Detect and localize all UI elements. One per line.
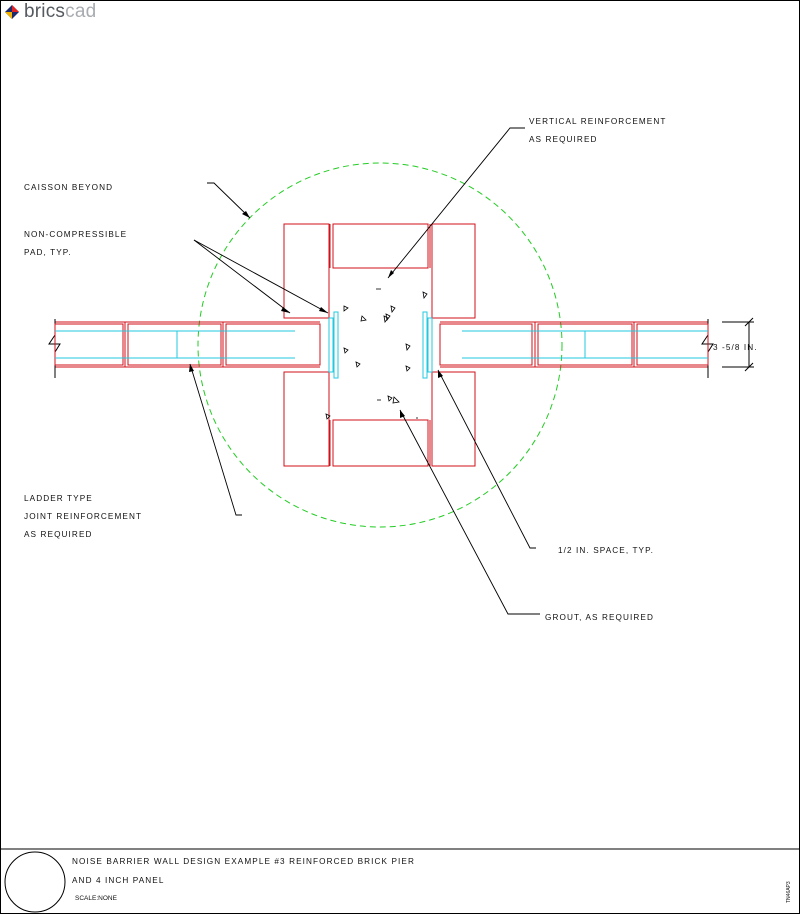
note-ladder: LADDER TYPE: [24, 494, 93, 503]
note-vertical-reinforcement: VERTICAL REINFORCEMENT: [529, 117, 666, 126]
drawing-title-line1: NOISE BARRIER WALL DESIGN EXAMPLE #3 REI…: [72, 857, 415, 866]
dimension-label: 3 -5/8 IN.: [713, 343, 758, 352]
drawing-id: TN46AP3: [786, 881, 792, 903]
grout-aggregate: [325, 288, 428, 420]
compressible-pads: [328, 311, 433, 379]
left-brick: [127, 323, 222, 366]
logo-text-brics: brics: [24, 1, 66, 22]
note-caisson: CAISSON BEYOND: [24, 183, 113, 192]
pier-brick: [283, 223, 330, 319]
brick-pier: [283, 223, 476, 467]
note-ladder-3: AS REQUIRED: [24, 530, 93, 539]
pier-brick: [431, 223, 476, 319]
note-ladder-2: JOINT REINFORCEMENT: [24, 512, 142, 521]
pier-brick: [283, 371, 330, 467]
drawing-title-line2: AND 4 INCH PANEL: [72, 876, 165, 885]
right-brick: [636, 323, 709, 366]
pier-brick: [431, 371, 476, 467]
bricscad-logo: brics cad: [4, 1, 96, 23]
leader-arrowheads: [189, 211, 443, 418]
note-pad: NON-COMPRESSIBLE: [24, 230, 127, 239]
leader-lines: [189, 127, 540, 615]
logo-text-cad: cad: [65, 1, 97, 22]
left-brick: [54, 323, 124, 366]
right-wall-panel: [439, 319, 714, 378]
note-space: 1/2 IN. SPACE, TYP.: [558, 546, 654, 555]
left-wall-panel: [48, 319, 321, 378]
note-grout: GROUT, AS REQUIRED: [545, 613, 654, 622]
bricscad-logo-icon: [5, 5, 19, 19]
pier-brick: [332, 419, 429, 467]
title-block-circle: [4, 851, 66, 913]
note-pad-2: PAD, TYP.: [24, 248, 72, 257]
right-brick: [439, 323, 533, 366]
sheet-border: [0, 0, 800, 914]
caisson-outline: [197, 162, 563, 528]
drawing-sheet: VERTICAL REINFORCEMENT AS REQUIRED CAISS…: [0, 0, 800, 914]
left-brick: [225, 323, 321, 366]
scale-label: SCALE:NONE: [75, 895, 118, 902]
note-vertical-reinforcement-2: AS REQUIRED: [529, 135, 598, 144]
